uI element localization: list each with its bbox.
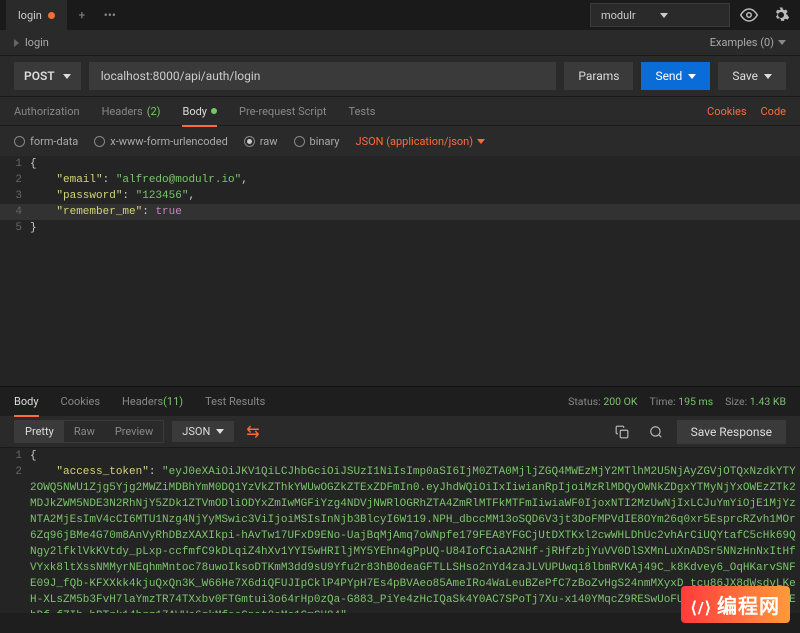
radio-urlencoded[interactable]: x-www-form-urlencoded bbox=[94, 135, 228, 148]
response-meta: Status: 200 OK Time: 195 ms Size: 1.43 K… bbox=[568, 395, 786, 408]
response-body-editor[interactable]: 1{2 "access_token": "eyJ0eXAiOiJKV1QiLCJ… bbox=[0, 448, 800, 613]
request-body-editor[interactable]: 1{2 "email": "alfredo@modulr.io",3 "pass… bbox=[0, 156, 800, 386]
code-line: 2 "email": "alfredo@modulr.io", bbox=[0, 172, 800, 188]
response-toolbar: Pretty Raw Preview JSON ⇆ Save Response bbox=[0, 416, 800, 448]
environment-value: modulr bbox=[601, 9, 636, 22]
tab-overflow-button[interactable]: ••• bbox=[96, 0, 124, 30]
send-button[interactable]: Send bbox=[641, 62, 710, 90]
radio-binary[interactable]: binary bbox=[294, 135, 340, 148]
viewmode-preview[interactable]: Preview bbox=[105, 421, 163, 442]
environment-select[interactable]: modulr bbox=[590, 3, 730, 27]
tab-authorization[interactable]: Authorization bbox=[14, 96, 80, 126]
viewmode-raw[interactable]: Raw bbox=[64, 421, 105, 442]
response-tab-cookies[interactable]: Cookies bbox=[61, 387, 100, 417]
tab-headers[interactable]: Headers (2) bbox=[102, 96, 161, 126]
chevron-down-icon bbox=[778, 40, 786, 45]
response-tabs: Body Cookies Headers (11) Test Results S… bbox=[0, 386, 800, 416]
code-line: 3 "password": "123456", bbox=[0, 188, 800, 204]
response-format-select[interactable]: JSON bbox=[172, 421, 234, 442]
code-line: 1{ bbox=[0, 156, 800, 172]
examples-label: Examples (0) bbox=[710, 36, 774, 49]
content-type-select[interactable]: JSON (application/json) bbox=[356, 135, 486, 148]
url-input[interactable]: localhost:8000/api/auth/login bbox=[89, 62, 557, 90]
radio-raw[interactable]: raw bbox=[244, 135, 278, 148]
cookies-link[interactable]: Cookies bbox=[707, 105, 746, 118]
breadcrumb-bar: login Examples (0) bbox=[0, 30, 800, 56]
response-tab-tests[interactable]: Test Results bbox=[205, 387, 265, 417]
body-modified-dot-icon bbox=[211, 108, 217, 114]
watermark: 编程网 bbox=[681, 586, 790, 623]
chevron-down-icon bbox=[764, 74, 772, 79]
gear-icon bbox=[772, 6, 790, 24]
chevron-down-icon bbox=[477, 139, 485, 144]
response-tab-body[interactable]: Body bbox=[14, 387, 39, 417]
settings-button[interactable] bbox=[768, 2, 794, 28]
body-type-row: form-data x-www-form-urlencoded raw bina… bbox=[0, 126, 800, 156]
code-line: 1{ bbox=[0, 448, 800, 464]
method-value: POST bbox=[24, 69, 55, 83]
search-response-button[interactable] bbox=[643, 419, 669, 445]
chevron-right-icon bbox=[14, 39, 19, 47]
code-line: 4 "remember_me": true bbox=[0, 204, 800, 220]
environment-preview-button[interactable] bbox=[736, 2, 762, 28]
chevron-down-icon bbox=[216, 429, 224, 434]
code-line: 5} bbox=[0, 220, 800, 236]
params-button[interactable]: Params bbox=[564, 62, 633, 90]
save-button[interactable]: Save bbox=[718, 62, 786, 90]
breadcrumb-name: login bbox=[25, 36, 49, 49]
examples-dropdown[interactable]: Examples (0) bbox=[710, 36, 786, 49]
response-tab-headers[interactable]: Headers (11) bbox=[122, 387, 183, 417]
tab-prerequest[interactable]: Pre-request Script bbox=[239, 96, 327, 126]
environment-picker: modulr bbox=[590, 2, 794, 28]
copy-icon bbox=[615, 425, 629, 439]
tab-login[interactable]: login bbox=[6, 0, 68, 30]
save-label: Save bbox=[732, 69, 758, 83]
viewmode-pretty[interactable]: Pretty bbox=[15, 421, 64, 442]
request-tabs: Authorization Headers (2) Body Pre-reque… bbox=[0, 96, 800, 126]
view-mode-segment: Pretty Raw Preview bbox=[14, 420, 164, 443]
tabbar: login + ••• modulr bbox=[0, 0, 800, 30]
tab-tests[interactable]: Tests bbox=[349, 96, 376, 126]
search-icon bbox=[649, 425, 663, 439]
eye-icon bbox=[740, 6, 758, 24]
url-bar: POST localhost:8000/api/auth/login Param… bbox=[0, 56, 800, 96]
method-select[interactable]: POST bbox=[14, 62, 81, 90]
wrap-toggle-button[interactable]: ⇆ bbox=[242, 422, 263, 441]
send-label: Send bbox=[655, 69, 682, 83]
new-tab-button[interactable]: + bbox=[68, 0, 96, 30]
radio-formdata[interactable]: form-data bbox=[14, 135, 78, 148]
code-link[interactable]: Code bbox=[761, 105, 786, 118]
chevron-down-icon bbox=[63, 74, 71, 79]
chevron-down-icon bbox=[688, 74, 696, 79]
save-response-button[interactable]: Save Response bbox=[677, 420, 786, 444]
request-links: Cookies Code bbox=[707, 105, 786, 118]
chevron-down-icon bbox=[660, 13, 668, 18]
tab-dirty-dot-icon bbox=[48, 12, 55, 19]
tab-label: login bbox=[18, 9, 42, 22]
tab-body[interactable]: Body bbox=[182, 96, 217, 126]
copy-response-button[interactable] bbox=[609, 419, 635, 445]
